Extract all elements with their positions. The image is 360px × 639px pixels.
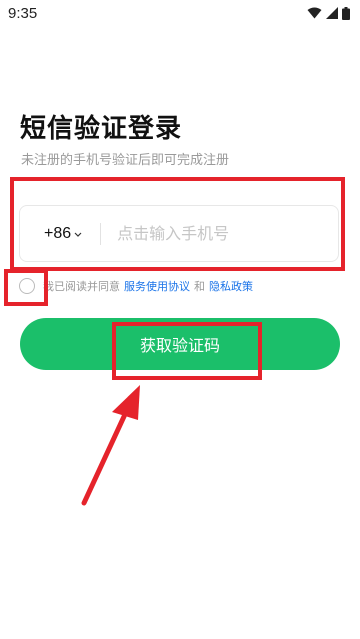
agreement-prefix: 我已阅读并同意 bbox=[43, 280, 120, 293]
phone-number-input[interactable] bbox=[115, 223, 310, 244]
privacy-policy-link[interactable]: 隐私政策 bbox=[209, 278, 253, 294]
country-code-label: +86 bbox=[44, 224, 72, 242]
wifi-icon bbox=[307, 7, 322, 19]
agreement-row: 我已阅读并同意 服务使用协议 和 隐私政策 bbox=[19, 276, 253, 296]
signal-icon bbox=[326, 7, 338, 19]
status-time: 9:35 bbox=[8, 4, 38, 22]
page-subtitle: 未注册的手机号验证后即可完成注册 bbox=[21, 153, 230, 168]
system-icons bbox=[307, 6, 350, 20]
service-agreement-link[interactable]: 服务使用协议 bbox=[124, 278, 190, 294]
chevron-down-icon bbox=[74, 225, 82, 243]
agreement-checkbox[interactable] bbox=[19, 278, 35, 294]
status-bar: 9:35 bbox=[0, 0, 360, 26]
phone-input-box: +86 bbox=[19, 205, 339, 262]
divider bbox=[100, 222, 102, 245]
country-code-selector[interactable]: +86 bbox=[44, 225, 82, 243]
agreement-and: 和 bbox=[194, 280, 205, 293]
get-code-button[interactable]: 获取验证码 bbox=[20, 318, 340, 370]
battery-icon bbox=[342, 6, 350, 20]
page-title: 短信验证登录 bbox=[20, 114, 183, 144]
